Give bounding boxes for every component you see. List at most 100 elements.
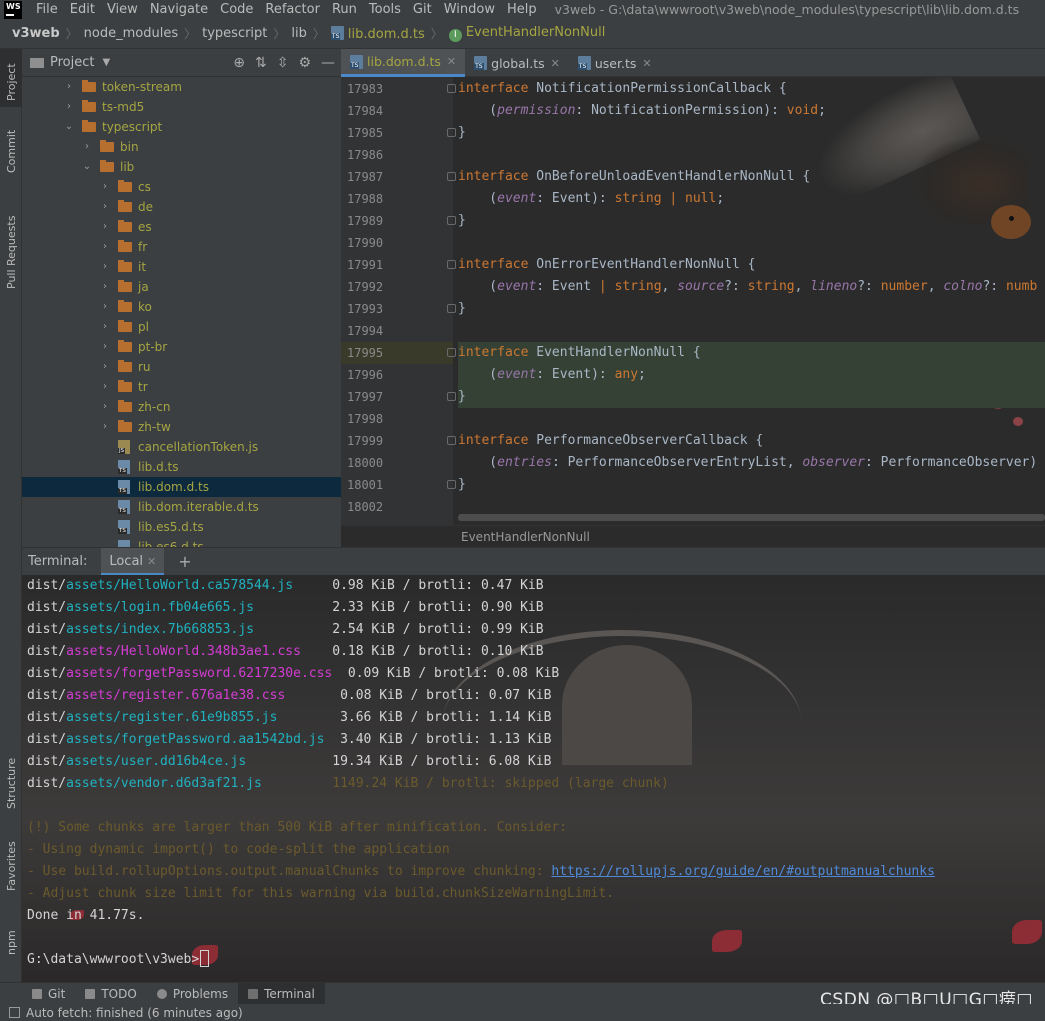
tree-row[interactable]: lib.dom.d.ts — [22, 477, 341, 497]
editor-tab[interactable]: global.ts ✕ — [465, 49, 569, 77]
tree-row[interactable]: › pl — [22, 317, 341, 337]
tree-row[interactable]: › ts-md5 — [22, 97, 341, 117]
breadcrumb-item[interactable]: lib.dom.d.ts — [330, 25, 425, 42]
bottom-tab-git[interactable]: Git — [22, 983, 75, 1005]
menu-item-tools[interactable]: Tools — [363, 0, 407, 19]
chevron-right-icon[interactable]: › — [100, 397, 110, 417]
tree-row[interactable]: › it — [22, 257, 341, 277]
tool-tab-project[interactable]: Project — [0, 49, 22, 107]
collapse-all-icon[interactable]: ⇳ — [277, 55, 289, 71]
tree-row[interactable]: › ja — [22, 277, 341, 297]
terminal-tab-local[interactable]: Local ✕ — [101, 547, 165, 576]
chevron-right-icon[interactable]: › — [100, 217, 110, 237]
tree-row[interactable]: › zh-tw — [22, 417, 341, 437]
rollup-docs-link[interactable]: https://rollupjs.org/guide/en/#outputman… — [551, 864, 935, 879]
tree-row[interactable]: ⌄ lib — [22, 157, 341, 177]
tree-row[interactable]: lib.dom.iterable.d.ts — [22, 497, 341, 517]
fold-marker-icon[interactable] — [447, 304, 456, 313]
tree-row[interactable]: › zh-cn — [22, 397, 341, 417]
close-icon[interactable]: ✕ — [147, 555, 156, 568]
chevron-right-icon[interactable]: › — [100, 277, 110, 297]
breadcrumb-item[interactable]: node_modules — [84, 26, 178, 41]
tool-tab-npm[interactable]: npm — [0, 919, 22, 969]
breadcrumb-item[interactable]: I EventHandlerNonNull — [448, 25, 605, 42]
tree-row[interactable]: › token-stream — [22, 77, 341, 97]
tool-tab-commit[interactable]: Commit — [0, 123, 22, 213]
bottom-tab-terminal[interactable]: Terminal — [238, 982, 325, 1005]
menu-item-help[interactable]: Help — [501, 0, 543, 19]
project-view-selector[interactable]: Project ▼ — [30, 55, 110, 70]
menu-item-run[interactable]: Run — [326, 0, 363, 19]
chevron-down-icon[interactable]: ⌄ — [64, 117, 74, 137]
menu-item-git[interactable]: Git — [407, 0, 438, 19]
expand-all-icon[interactable]: ⇅ — [255, 55, 267, 71]
tree-row[interactable]: lib.es6.d.ts — [22, 537, 341, 547]
fold-marker-icon[interactable] — [447, 260, 456, 269]
tree-row[interactable]: lib.es5.d.ts — [22, 517, 341, 537]
chevron-right-icon[interactable]: › — [100, 377, 110, 397]
tree-row[interactable]: › ru — [22, 357, 341, 377]
tree-row[interactable]: › tr — [22, 377, 341, 397]
menu-item-window[interactable]: Window — [438, 0, 501, 19]
breadcrumb-item[interactable]: v3web — [12, 26, 60, 41]
tree-row[interactable]: › pt-br — [22, 337, 341, 357]
breadcrumb-item[interactable]: typescript — [202, 26, 267, 41]
fold-marker-icon[interactable] — [447, 436, 456, 445]
tree-row[interactable]: › fr — [22, 237, 341, 257]
menu-item-edit[interactable]: Edit — [64, 0, 101, 19]
gear-icon[interactable]: ⚙ — [298, 55, 311, 71]
menu-item-file[interactable]: File — [30, 0, 64, 19]
chevron-right-icon[interactable]: › — [64, 97, 74, 117]
tool-tab-favorites[interactable]: Favorites — [0, 839, 22, 909]
fold-marker-icon[interactable] — [447, 84, 456, 93]
fold-marker-icon[interactable] — [447, 348, 456, 357]
tree-row[interactable]: ⌄ typescript — [22, 117, 341, 137]
tree-row[interactable]: › bin — [22, 137, 341, 157]
chevron-right-icon[interactable]: › — [100, 237, 110, 257]
chevron-right-icon[interactable]: › — [100, 317, 110, 337]
editor-breadcrumb[interactable]: EventHandlerNonNull — [341, 525, 1045, 547]
bottom-tab-todo[interactable]: TODO — [75, 983, 146, 1005]
minimize-icon[interactable]: — — [321, 55, 335, 71]
menu-item-view[interactable]: View — [101, 0, 144, 19]
code-editor[interactable]: 17983 17984 17985 17986 17987 17988 17989 17990… — [341, 77, 1045, 547]
tree-row[interactable]: lib.d.ts — [22, 457, 341, 477]
tool-tab-structure[interactable]: Structure — [0, 749, 22, 829]
tool-tab-pull-requests[interactable]: Pull Requests — [0, 209, 22, 319]
locate-icon[interactable]: ⊕ — [233, 55, 245, 71]
chevron-right-icon[interactable]: › — [100, 297, 110, 317]
bottom-tab-problems[interactable]: Problems — [147, 983, 238, 1005]
chevron-right-icon[interactable]: › — [100, 257, 110, 277]
fold-marker-icon[interactable] — [447, 480, 456, 489]
chevron-right-icon[interactable]: › — [82, 137, 92, 157]
tree-row[interactable]: cancellationToken.js — [22, 437, 341, 457]
tree-row[interactable]: › ko — [22, 297, 341, 317]
fold-marker-icon[interactable] — [447, 216, 456, 225]
fold-marker-icon[interactable] — [447, 392, 456, 401]
close-icon[interactable]: ✕ — [642, 57, 651, 70]
status-panel-icon[interactable] — [9, 1007, 20, 1018]
chevron-right-icon[interactable]: › — [100, 197, 110, 217]
editor-tab[interactable]: user.ts ✕ — [569, 49, 661, 77]
terminal-output[interactable]: dist/assets/HelloWorld.ca578544.js 0.98 … — [22, 575, 1045, 982]
tree-row[interactable]: › es — [22, 217, 341, 237]
new-terminal-icon[interactable]: + — [178, 552, 191, 571]
chevron-right-icon[interactable]: › — [64, 77, 74, 97]
fold-marker-icon[interactable] — [447, 172, 456, 181]
chevron-right-icon[interactable]: › — [100, 417, 110, 437]
menu-item-refactor[interactable]: Refactor — [259, 0, 326, 19]
close-icon[interactable]: ✕ — [447, 55, 456, 68]
chevron-right-icon[interactable]: › — [100, 337, 110, 357]
fold-marker-icon[interactable] — [447, 128, 456, 137]
chevron-right-icon[interactable]: › — [100, 357, 110, 377]
tree-row[interactable]: › cs — [22, 177, 341, 197]
editor-tab[interactable]: lib.dom.d.ts ✕ — [341, 49, 466, 77]
chevron-right-icon[interactable]: › — [100, 177, 110, 197]
chevron-down-icon[interactable]: ⌄ — [82, 157, 92, 177]
tree-row[interactable]: › de — [22, 197, 341, 217]
menu-item-navigate[interactable]: Navigate — [144, 0, 214, 19]
editor-horizontal-scrollbar[interactable] — [458, 514, 1045, 521]
close-icon[interactable]: ✕ — [551, 57, 560, 70]
menu-item-code[interactable]: Code — [214, 0, 259, 19]
breadcrumb-item[interactable]: lib — [291, 26, 306, 41]
